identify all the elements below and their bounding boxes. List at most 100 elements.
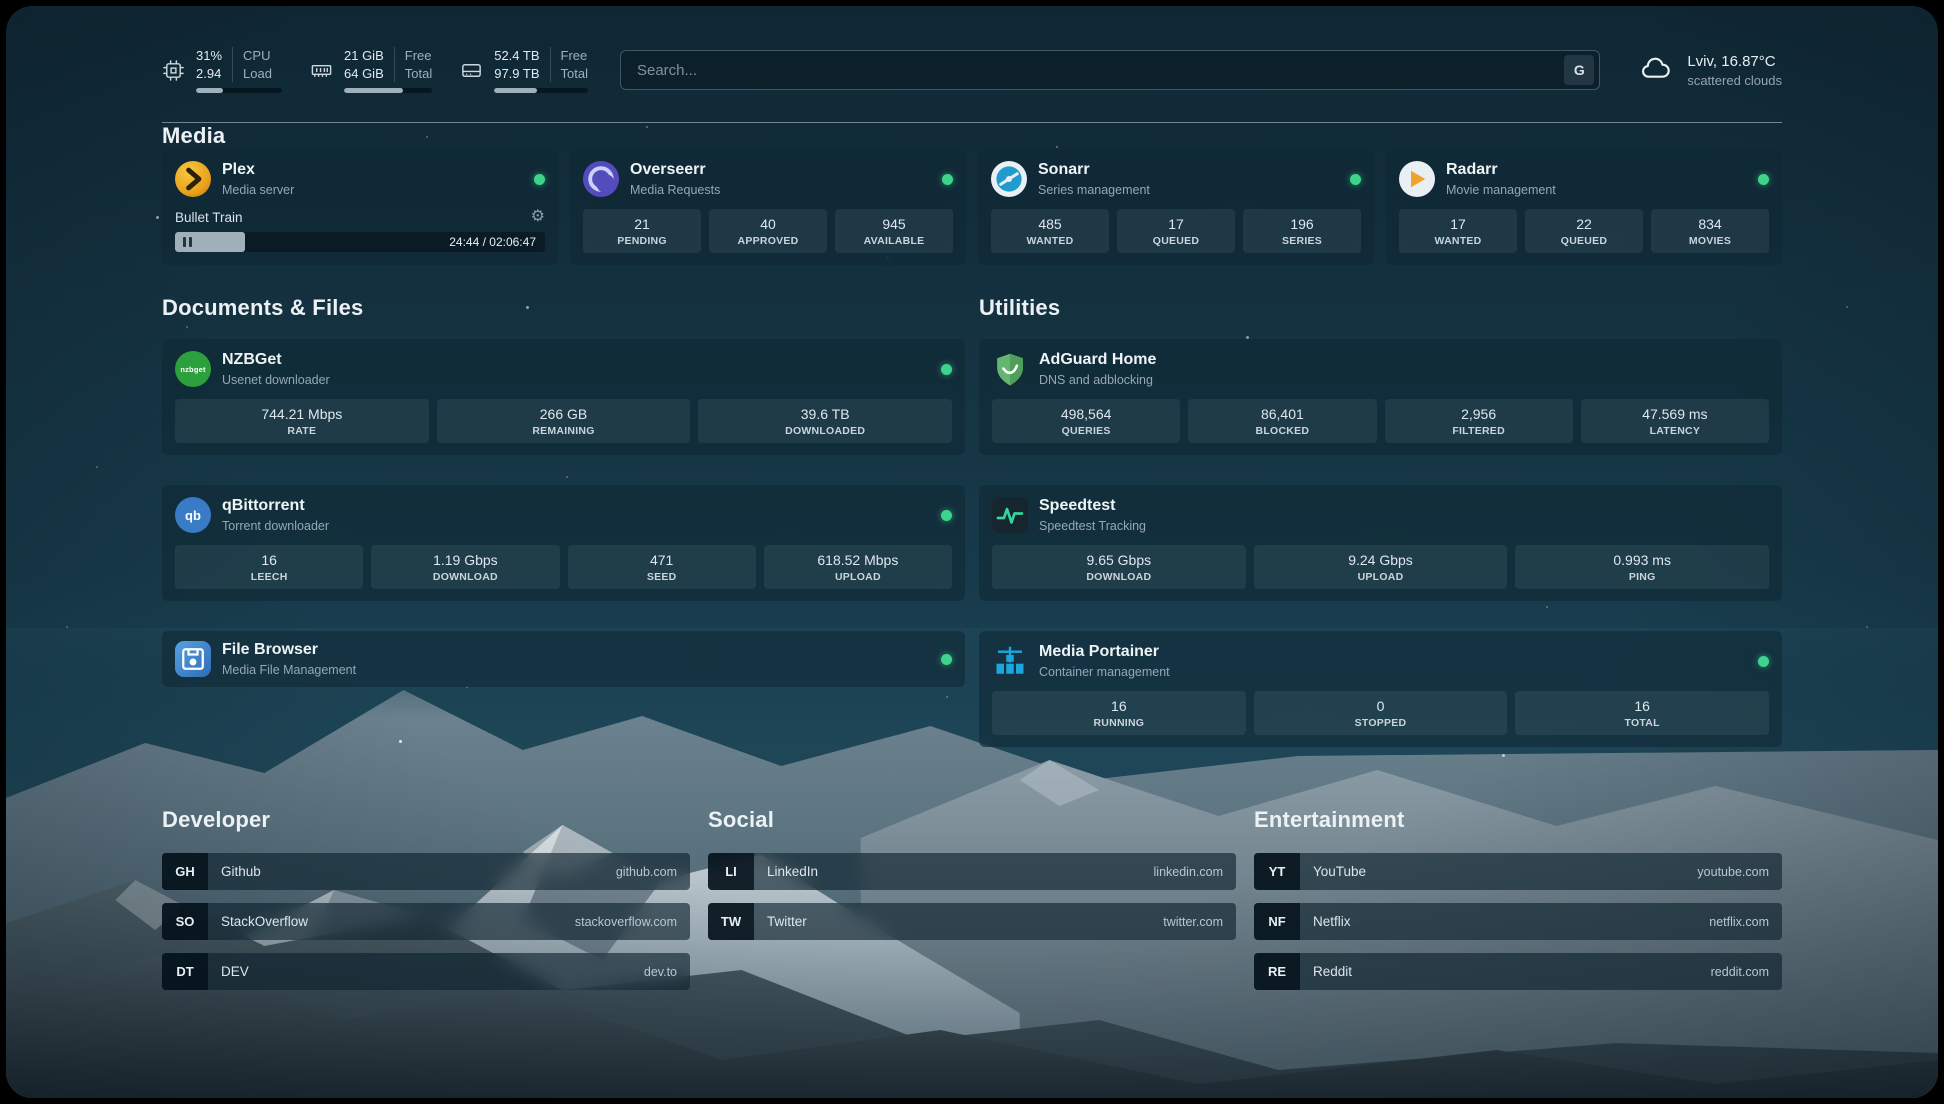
dashboard-page: 31% 2.94 CPU Load — [6, 6, 1938, 1098]
bookmark-domain: dev.to — [644, 953, 690, 990]
portainer-icon — [992, 643, 1028, 679]
stat-remaining: 266 GB REMAINING — [437, 399, 691, 443]
documents-column: Documents & Files nzbget NZBGet Usenet d… — [162, 295, 965, 747]
service-card-filebrowser[interactable]: File Browser Media File Management — [162, 631, 965, 687]
bookmark-twitter[interactable]: TW Twitter twitter.com — [708, 903, 1236, 940]
bookmark-name: DEV — [208, 953, 644, 990]
disk-total-label: Total — [561, 65, 588, 82]
service-card-qbittorrent[interactable]: qb qBittorrent Torrent downloader 16 LEE… — [162, 485, 965, 601]
bookmark-domain: github.com — [616, 853, 690, 890]
pause-icon[interactable] — [183, 237, 192, 247]
stat-wanted: 17 WANTED — [1399, 209, 1517, 253]
bookmark-abbr: YT — [1254, 853, 1300, 890]
playback-progress-bar[interactable]: 24:44 / 02:06:47 — [175, 232, 545, 252]
service-subtitle: Series management — [1038, 183, 1150, 197]
service-subtitle: Media Requests — [630, 183, 720, 197]
service-card-radarr[interactable]: Radarr Movie management 17 WANTED 22 QUE… — [1386, 149, 1782, 265]
radarr-icon — [1399, 161, 1435, 197]
bookmark-name: Twitter — [754, 903, 1163, 940]
disk-free-label: Free — [561, 47, 588, 64]
search-bar[interactable]: G — [620, 50, 1600, 90]
status-dot — [1758, 656, 1769, 667]
bookmark-name: YouTube — [1300, 853, 1697, 890]
gear-icon[interactable]: ⚙ — [531, 209, 545, 225]
memory-free-label: Free — [405, 47, 432, 64]
service-card-portainer[interactable]: Media Portainer Container management 16 … — [979, 631, 1782, 747]
service-name: Sonarr — [1038, 161, 1150, 179]
stat-total: 16 TOTAL — [1515, 691, 1769, 735]
service-name: AdGuard Home — [1039, 351, 1156, 369]
resource-widgets: 31% 2.94 CPU Load — [162, 47, 588, 92]
stat-latency: 47.569 ms LATENCY — [1581, 399, 1769, 443]
bookmark-domain: netflix.com — [1709, 903, 1782, 940]
bookmark-stackoverflow[interactable]: SO StackOverflow stackoverflow.com — [162, 903, 690, 940]
disk-free-value: 52.4 TB — [494, 47, 539, 64]
section-title-entertainment: Entertainment — [1254, 807, 1782, 833]
bookmark-reddit[interactable]: RE Reddit reddit.com — [1254, 953, 1782, 990]
service-name: Radarr — [1446, 161, 1556, 179]
memory-total-label: Total — [405, 65, 432, 82]
overseerr-icon — [583, 161, 619, 197]
stat-running: 16 RUNNING — [992, 691, 1246, 735]
bookmark-linkedin[interactable]: LI LinkedIn linkedin.com — [708, 853, 1236, 890]
header: 31% 2.94 CPU Load — [162, 42, 1782, 98]
service-card-overseerr[interactable]: Overseerr Media Requests 21 PENDING 40 A… — [570, 149, 966, 265]
service-card-plex[interactable]: Plex Media server Bullet Train ⚙ 24:44 /… — [162, 149, 558, 265]
cloud-icon — [1636, 52, 1674, 89]
search-provider-button[interactable]: G — [1564, 55, 1594, 85]
stat-pending: 21 PENDING — [583, 209, 701, 253]
stat-leech: 16 LEECH — [175, 545, 363, 589]
cpu-usage-label: CPU — [243, 47, 272, 64]
memory-total-value: 64 GiB — [344, 65, 384, 82]
bookmark-domain: reddit.com — [1711, 953, 1782, 990]
section-title-utilities: Utilities — [979, 295, 1782, 321]
status-dot — [941, 510, 952, 521]
bookmark-abbr: NF — [1254, 903, 1300, 940]
section-title-developer: Developer — [162, 807, 690, 833]
plex-icon — [175, 161, 211, 197]
service-card-nzbget[interactable]: nzbget NZBGet Usenet downloader 744.21 M… — [162, 339, 965, 455]
status-dot — [1758, 174, 1769, 185]
bookmark-name: StackOverflow — [208, 903, 575, 940]
bookmark-youtube[interactable]: YT YouTube youtube.com — [1254, 853, 1782, 890]
nzbget-icon: nzbget — [175, 351, 211, 387]
service-card-adguard[interactable]: AdGuard Home DNS and adblocking 498,564 … — [979, 339, 1782, 455]
stat-downloaded: 39.6 TB DOWNLOADED — [698, 399, 952, 443]
stat-queued: 22 QUEUED — [1525, 209, 1643, 253]
weather-location: Lviv, 16.87°C — [1687, 52, 1782, 72]
disk-icon — [460, 59, 483, 82]
cpu-usage-value: 31% — [196, 47, 222, 64]
divider — [550, 47, 551, 81]
service-card-speedtest[interactable]: Speedtest Speedtest Tracking 9.65 Gbps D… — [979, 485, 1782, 601]
service-name: Overseerr — [630, 161, 720, 179]
bookmark-netflix[interactable]: NF Netflix netflix.com — [1254, 903, 1782, 940]
stat-filtered: 2,956 FILTERED — [1385, 399, 1573, 443]
cpu-progress-bar — [196, 88, 282, 93]
section-title-social: Social — [708, 807, 1236, 833]
service-subtitle: Speedtest Tracking — [1039, 519, 1146, 533]
weather-widget: Lviv, 16.87°C scattered clouds — [1636, 52, 1782, 89]
bookmark-abbr: GH — [162, 853, 208, 890]
stat-seed: 471 SEED — [568, 545, 756, 589]
bookmark-name: LinkedIn — [754, 853, 1154, 890]
service-name: Media Portainer — [1039, 643, 1170, 661]
bookmark-dev[interactable]: DT DEV dev.to — [162, 953, 690, 990]
bookmark-name: Reddit — [1300, 953, 1711, 990]
stat-rate: 744.21 Mbps RATE — [175, 399, 429, 443]
search-input[interactable] — [635, 61, 1564, 80]
service-subtitle: Container management — [1039, 665, 1170, 679]
disk-progress-bar — [494, 88, 588, 93]
service-subtitle: Usenet downloader — [222, 373, 330, 387]
stat-blocked: 86,401 BLOCKED — [1188, 399, 1376, 443]
divider — [394, 47, 395, 81]
stat-series: 196 SERIES — [1243, 209, 1361, 253]
service-subtitle: Movie management — [1446, 183, 1556, 197]
service-name: qBittorrent — [222, 497, 329, 515]
bookmark-abbr: RE — [1254, 953, 1300, 990]
service-name: File Browser — [222, 641, 356, 659]
bookmark-github[interactable]: GH Github github.com — [162, 853, 690, 890]
speedtest-icon — [992, 497, 1028, 533]
service-card-sonarr[interactable]: Sonarr Series management 485 WANTED 17 Q… — [978, 149, 1374, 265]
status-dot — [942, 174, 953, 185]
sonarr-icon — [991, 161, 1027, 197]
